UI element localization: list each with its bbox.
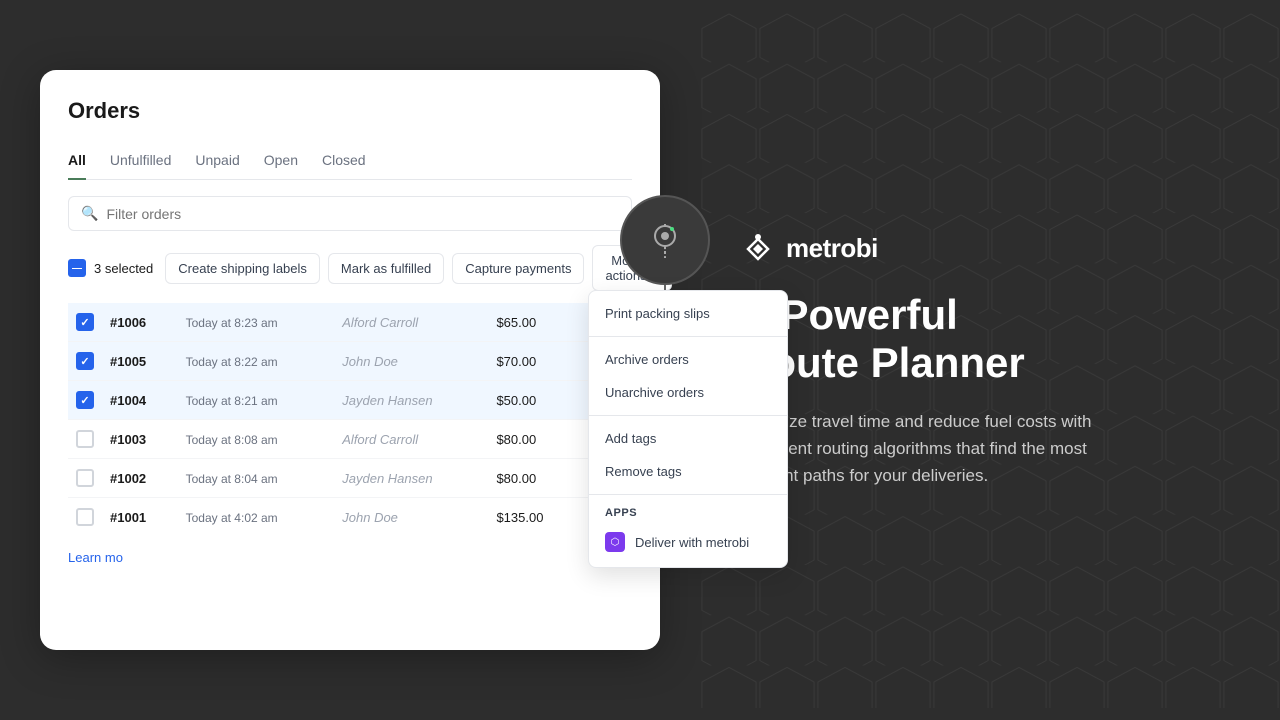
order-id: #1006 <box>110 315 146 330</box>
action-bar: 3 selected Create shipping labels Mark a… <box>68 245 632 291</box>
row-checkbox[interactable] <box>76 508 94 526</box>
print-packing-slips-item[interactable]: Print packing slips <box>589 297 787 330</box>
tabs-bar: All Unfulfilled Unpaid Open Closed <box>68 144 632 180</box>
tab-unfulfilled[interactable]: Unfulfilled <box>110 144 171 180</box>
tab-open[interactable]: Open <box>264 144 298 180</box>
table-row: #1003 Today at 8:08 am Alford Carroll $8… <box>68 420 632 459</box>
customer-name: Alford Carroll <box>342 315 418 330</box>
order-id: #1005 <box>110 354 146 369</box>
customer-name: John Doe <box>342 354 398 369</box>
order-time: Today at 8:22 am <box>186 355 278 369</box>
table-row: #1004 Today at 8:21 am Jayden Hansen $50… <box>68 381 632 420</box>
metrobi-app-icon <box>605 532 625 552</box>
divider-1 <box>589 336 787 337</box>
customer-name: Jayden Hansen <box>342 471 432 486</box>
table-row: #1002 Today at 8:04 am Jayden Hansen $80… <box>68 459 632 498</box>
table-row: #1006 Today at 8:23 am Alford Carroll $6… <box>68 303 632 342</box>
tab-unpaid[interactable]: Unpaid <box>195 144 239 180</box>
mark-as-fulfilled-button[interactable]: Mark as fulfilled <box>328 253 444 284</box>
order-time: Today at 8:04 am <box>186 472 278 486</box>
order-id: #1003 <box>110 432 146 447</box>
search-bar: 🔍 <box>68 196 632 231</box>
archive-orders-item[interactable]: Archive orders <box>589 343 787 376</box>
subtext: Minimize travel time and reduce fuel cos… <box>740 408 1120 490</box>
learn-more-link[interactable]: Learn mo <box>68 550 632 565</box>
orders-table: #1006 Today at 8:23 am Alford Carroll $6… <box>68 303 632 536</box>
capture-payments-button[interactable]: Capture payments <box>452 253 584 284</box>
add-tags-item[interactable]: Add tags <box>589 422 787 455</box>
search-icon: 🔍 <box>81 205 98 222</box>
divider-2 <box>589 415 787 416</box>
tab-all[interactable]: All <box>68 144 86 180</box>
metrobi-logo: metrobi <box>740 231 878 267</box>
select-all-checkbox[interactable] <box>68 259 86 277</box>
row-checkbox[interactable] <box>76 391 94 409</box>
logo-text: metrobi <box>786 233 878 264</box>
left-panel: Orders All Unfulfilled Unpaid Open Close… <box>0 0 700 720</box>
search-input[interactable] <box>106 206 619 222</box>
deliver-with-metrobi-item[interactable]: Deliver with metrobi <box>589 523 787 561</box>
unarchive-orders-item[interactable]: Unarchive orders <box>589 376 787 409</box>
more-actions-dropdown: Print packing slips Archive orders Unarc… <box>588 290 788 568</box>
row-checkbox[interactable] <box>76 430 94 448</box>
order-time: Today at 8:21 am <box>186 394 278 408</box>
order-time: Today at 8:08 am <box>186 433 278 447</box>
order-amount: $50.00 <box>496 393 536 408</box>
divider-3 <box>589 494 787 495</box>
route-icon-top <box>620 195 710 285</box>
order-time: Today at 4:02 am <box>186 511 278 525</box>
order-time: Today at 8:23 am <box>186 316 278 330</box>
orders-card: Orders All Unfulfilled Unpaid Open Close… <box>40 70 660 650</box>
table-row: #1005 Today at 8:22 am John Doe $70.00 P <box>68 342 632 381</box>
order-amount: $65.00 <box>496 315 536 330</box>
order-amount: $135.00 <box>496 510 543 525</box>
order-amount: $80.00 <box>496 471 536 486</box>
row-checkbox[interactable] <box>76 469 94 487</box>
metrobi-logo-icon <box>740 231 776 267</box>
create-shipping-labels-button[interactable]: Create shipping labels <box>165 253 320 284</box>
order-id: #1001 <box>110 510 146 525</box>
order-amount: $80.00 <box>496 432 536 447</box>
order-amount: $70.00 <box>496 354 536 369</box>
selected-count: 3 selected <box>94 261 153 276</box>
row-checkbox[interactable] <box>76 313 94 331</box>
order-id: #1004 <box>110 393 146 408</box>
remove-tags-item[interactable]: Remove tags <box>589 455 787 488</box>
order-id: #1002 <box>110 471 146 486</box>
table-row: #1001 Today at 4:02 am John Doe $135.00 … <box>68 498 632 537</box>
apps-section-label: APPS <box>589 501 787 523</box>
customer-name: Jayden Hansen <box>342 393 432 408</box>
customer-name: John Doe <box>342 510 398 525</box>
page-title: Orders <box>68 98 632 124</box>
row-checkbox[interactable] <box>76 352 94 370</box>
customer-name: Alford Carroll <box>342 432 418 447</box>
tab-closed[interactable]: Closed <box>322 144 366 180</box>
